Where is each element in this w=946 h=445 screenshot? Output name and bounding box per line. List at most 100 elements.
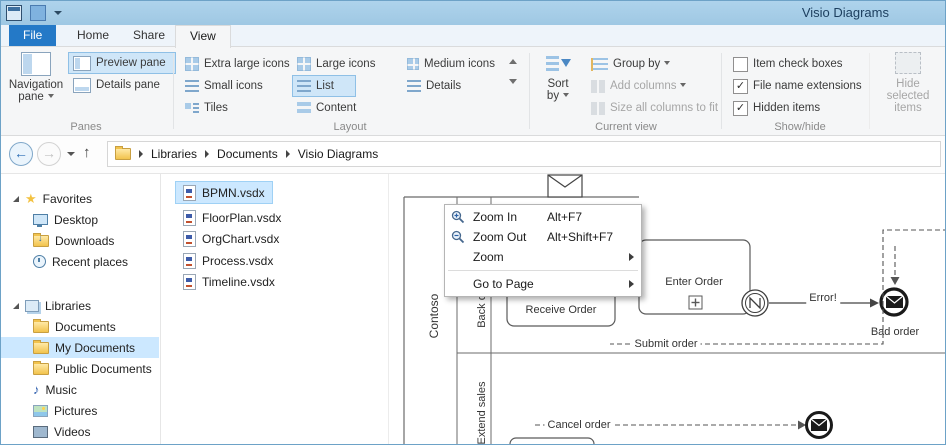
- hide-selected-items-icon: [895, 52, 921, 74]
- gallery-scroll-up-icon[interactable]: [509, 59, 517, 64]
- layout-large-icons[interactable]: Large icons: [293, 54, 379, 74]
- show-hide-group-label: Show/hide: [725, 121, 875, 133]
- quick-access-icon[interactable]: [30, 5, 46, 21]
- expander-icon[interactable]: [13, 303, 19, 309]
- menu-item-label: Zoom: [473, 250, 504, 264]
- content-view-icon: [297, 102, 311, 114]
- qat-customize-chevron-icon[interactable]: [54, 11, 62, 15]
- group-divider: [721, 53, 722, 129]
- cancel-order-label: Cancel order: [545, 419, 614, 431]
- tab-file[interactable]: File: [9, 25, 56, 46]
- task-enter-order-label: Enter Order: [665, 276, 722, 288]
- menu-item-zoom-out[interactable]: Zoom Out Alt+Shift+F7: [445, 227, 641, 247]
- menu-item-go-to-page[interactable]: Go to Page: [445, 274, 641, 294]
- layout-extra-large-icons[interactable]: Extra large icons: [181, 54, 294, 74]
- add-columns-label: Add columns: [610, 80, 686, 92]
- layout-details[interactable]: Details: [403, 76, 465, 96]
- sidebar-item-favorites[interactable]: ★ Favorites: [1, 188, 159, 209]
- file-item-timeline[interactable]: Timeline.vsdx: [176, 271, 282, 292]
- details-pane-button[interactable]: Details pane: [69, 75, 175, 95]
- sort-by-button[interactable]: Sort by: [535, 52, 581, 102]
- back-button[interactable]: ←: [9, 142, 33, 166]
- visio-file-icon: [183, 253, 196, 269]
- my-documents-folder-icon: [33, 342, 49, 354]
- add-columns-button[interactable]: Add columns: [587, 76, 690, 96]
- breadcrumb[interactable]: Libraries Documents Visio Diagrams: [107, 141, 941, 167]
- sidebar-label: Pictures: [54, 404, 97, 418]
- submenu-arrow-icon: [629, 253, 634, 261]
- tab-view[interactable]: View: [175, 25, 231, 48]
- sidebar-item-music[interactable]: ♪ Music: [1, 379, 159, 400]
- menu-item-zoom-in[interactable]: Zoom In Alt+F7: [445, 207, 641, 227]
- menu-shortcut: Alt+F7: [547, 210, 582, 224]
- group-by-label: Group by: [613, 58, 670, 70]
- item-check-boxes-checkbox[interactable]: Item check boxes: [729, 54, 846, 74]
- file-name: BPMN.vsdx: [202, 186, 265, 200]
- visio-file-icon: [183, 231, 196, 247]
- layout-tiles[interactable]: Tiles: [181, 98, 232, 118]
- preview-pane-icon: [73, 56, 91, 71]
- sidebar-item-documents[interactable]: Documents: [1, 316, 159, 337]
- layout-list[interactable]: List: [293, 76, 355, 96]
- sort-by-label: Sort: [547, 78, 568, 90]
- sidebar-item-desktop[interactable]: Desktop: [1, 209, 159, 230]
- preview-pane-button[interactable]: Preview pane: [69, 53, 175, 73]
- navigation-pane: ★ Favorites Desktop Downloads Recent pla…: [1, 174, 161, 444]
- submit-order-label: Submit order: [632, 338, 701, 350]
- sidebar-label: Libraries: [45, 299, 91, 313]
- breadcrumb-libraries[interactable]: Libraries: [151, 147, 197, 161]
- sidebar-item-public-documents[interactable]: Public Documents: [1, 358, 159, 379]
- size-all-columns-button[interactable]: Size all columns to fit: [587, 98, 722, 118]
- group-by-button[interactable]: Group by: [587, 54, 674, 74]
- group-divider: [529, 53, 530, 129]
- file-item-bpmn[interactable]: BPMN.vsdx: [176, 182, 272, 203]
- favorites-star-icon: ★: [25, 192, 37, 205]
- recent-locations-chevron-icon[interactable]: [67, 152, 75, 156]
- sidebar-item-downloads[interactable]: Downloads: [1, 230, 159, 251]
- address-bar: ← → ↑ Libraries Documents Visio Diagrams: [1, 136, 945, 174]
- sidebar-label: Music: [46, 383, 77, 397]
- sidebar-item-libraries[interactable]: Libraries: [1, 295, 159, 316]
- layout-medium-icons[interactable]: Medium icons: [403, 54, 499, 74]
- breadcrumb-visio-diagrams[interactable]: Visio Diagrams: [298, 147, 378, 161]
- lane-label-extend-sales: Extend sales: [476, 382, 488, 445]
- hidden-items-checkbox[interactable]: ✓ Hidden items: [729, 98, 824, 118]
- hide-selected-label2: items: [894, 102, 921, 114]
- file-item-floorplan[interactable]: FloorPlan.vsdx: [176, 207, 288, 228]
- breadcrumb-documents[interactable]: Documents: [217, 147, 278, 161]
- file-item-orgchart[interactable]: OrgChart.vsdx: [176, 228, 286, 249]
- sidebar-item-videos[interactable]: Videos: [1, 421, 159, 442]
- menu-shortcut: Alt+Shift+F7: [547, 230, 613, 244]
- forward-button[interactable]: →: [37, 142, 61, 166]
- hide-selected-label: Hide selected: [875, 78, 941, 102]
- menu-item-label: Zoom Out: [473, 230, 526, 244]
- navigation-pane-button[interactable]: Navigation pane: [7, 52, 65, 103]
- task-receive-order-label: Receive Order: [526, 304, 597, 316]
- bad-order-label: Bad order: [871, 326, 919, 338]
- sidebar-item-my-documents[interactable]: My Documents: [1, 337, 159, 358]
- videos-icon: [33, 426, 48, 438]
- explorer-window: Visio Diagrams File Home Share View Navi…: [0, 0, 946, 445]
- sidebar-item-pictures[interactable]: Pictures: [1, 400, 159, 421]
- title-bar: Visio Diagrams: [1, 1, 945, 25]
- layout-content[interactable]: Content: [293, 98, 360, 118]
- gallery-scroll-down-icon[interactable]: [509, 79, 517, 84]
- app-window-icon[interactable]: [6, 5, 22, 21]
- tab-share[interactable]: Share: [119, 25, 179, 46]
- ribbon-tabstrip: File Home Share View: [1, 25, 945, 47]
- sidebar-item-recent-places[interactable]: Recent places: [1, 251, 159, 272]
- menu-item-zoom[interactable]: Zoom: [445, 247, 641, 267]
- file-name-extensions-checkbox[interactable]: ✓ File name extensions: [729, 76, 866, 96]
- tab-home[interactable]: Home: [63, 25, 123, 46]
- details-pane-label: Details pane: [96, 79, 160, 91]
- layout-small-icons[interactable]: Small icons: [181, 76, 267, 96]
- layout-option-label: Details: [426, 80, 461, 92]
- hide-selected-items-button[interactable]: Hide selected items: [875, 52, 941, 114]
- expander-icon[interactable]: [13, 196, 19, 202]
- file-item-process[interactable]: Process.vsdx: [176, 250, 280, 271]
- arrowhead: [891, 277, 900, 285]
- group-divider: [869, 53, 870, 129]
- file-name: FloorPlan.vsdx: [202, 211, 281, 225]
- zoom-in-icon: [451, 210, 465, 224]
- up-button[interactable]: ↑: [83, 144, 91, 161]
